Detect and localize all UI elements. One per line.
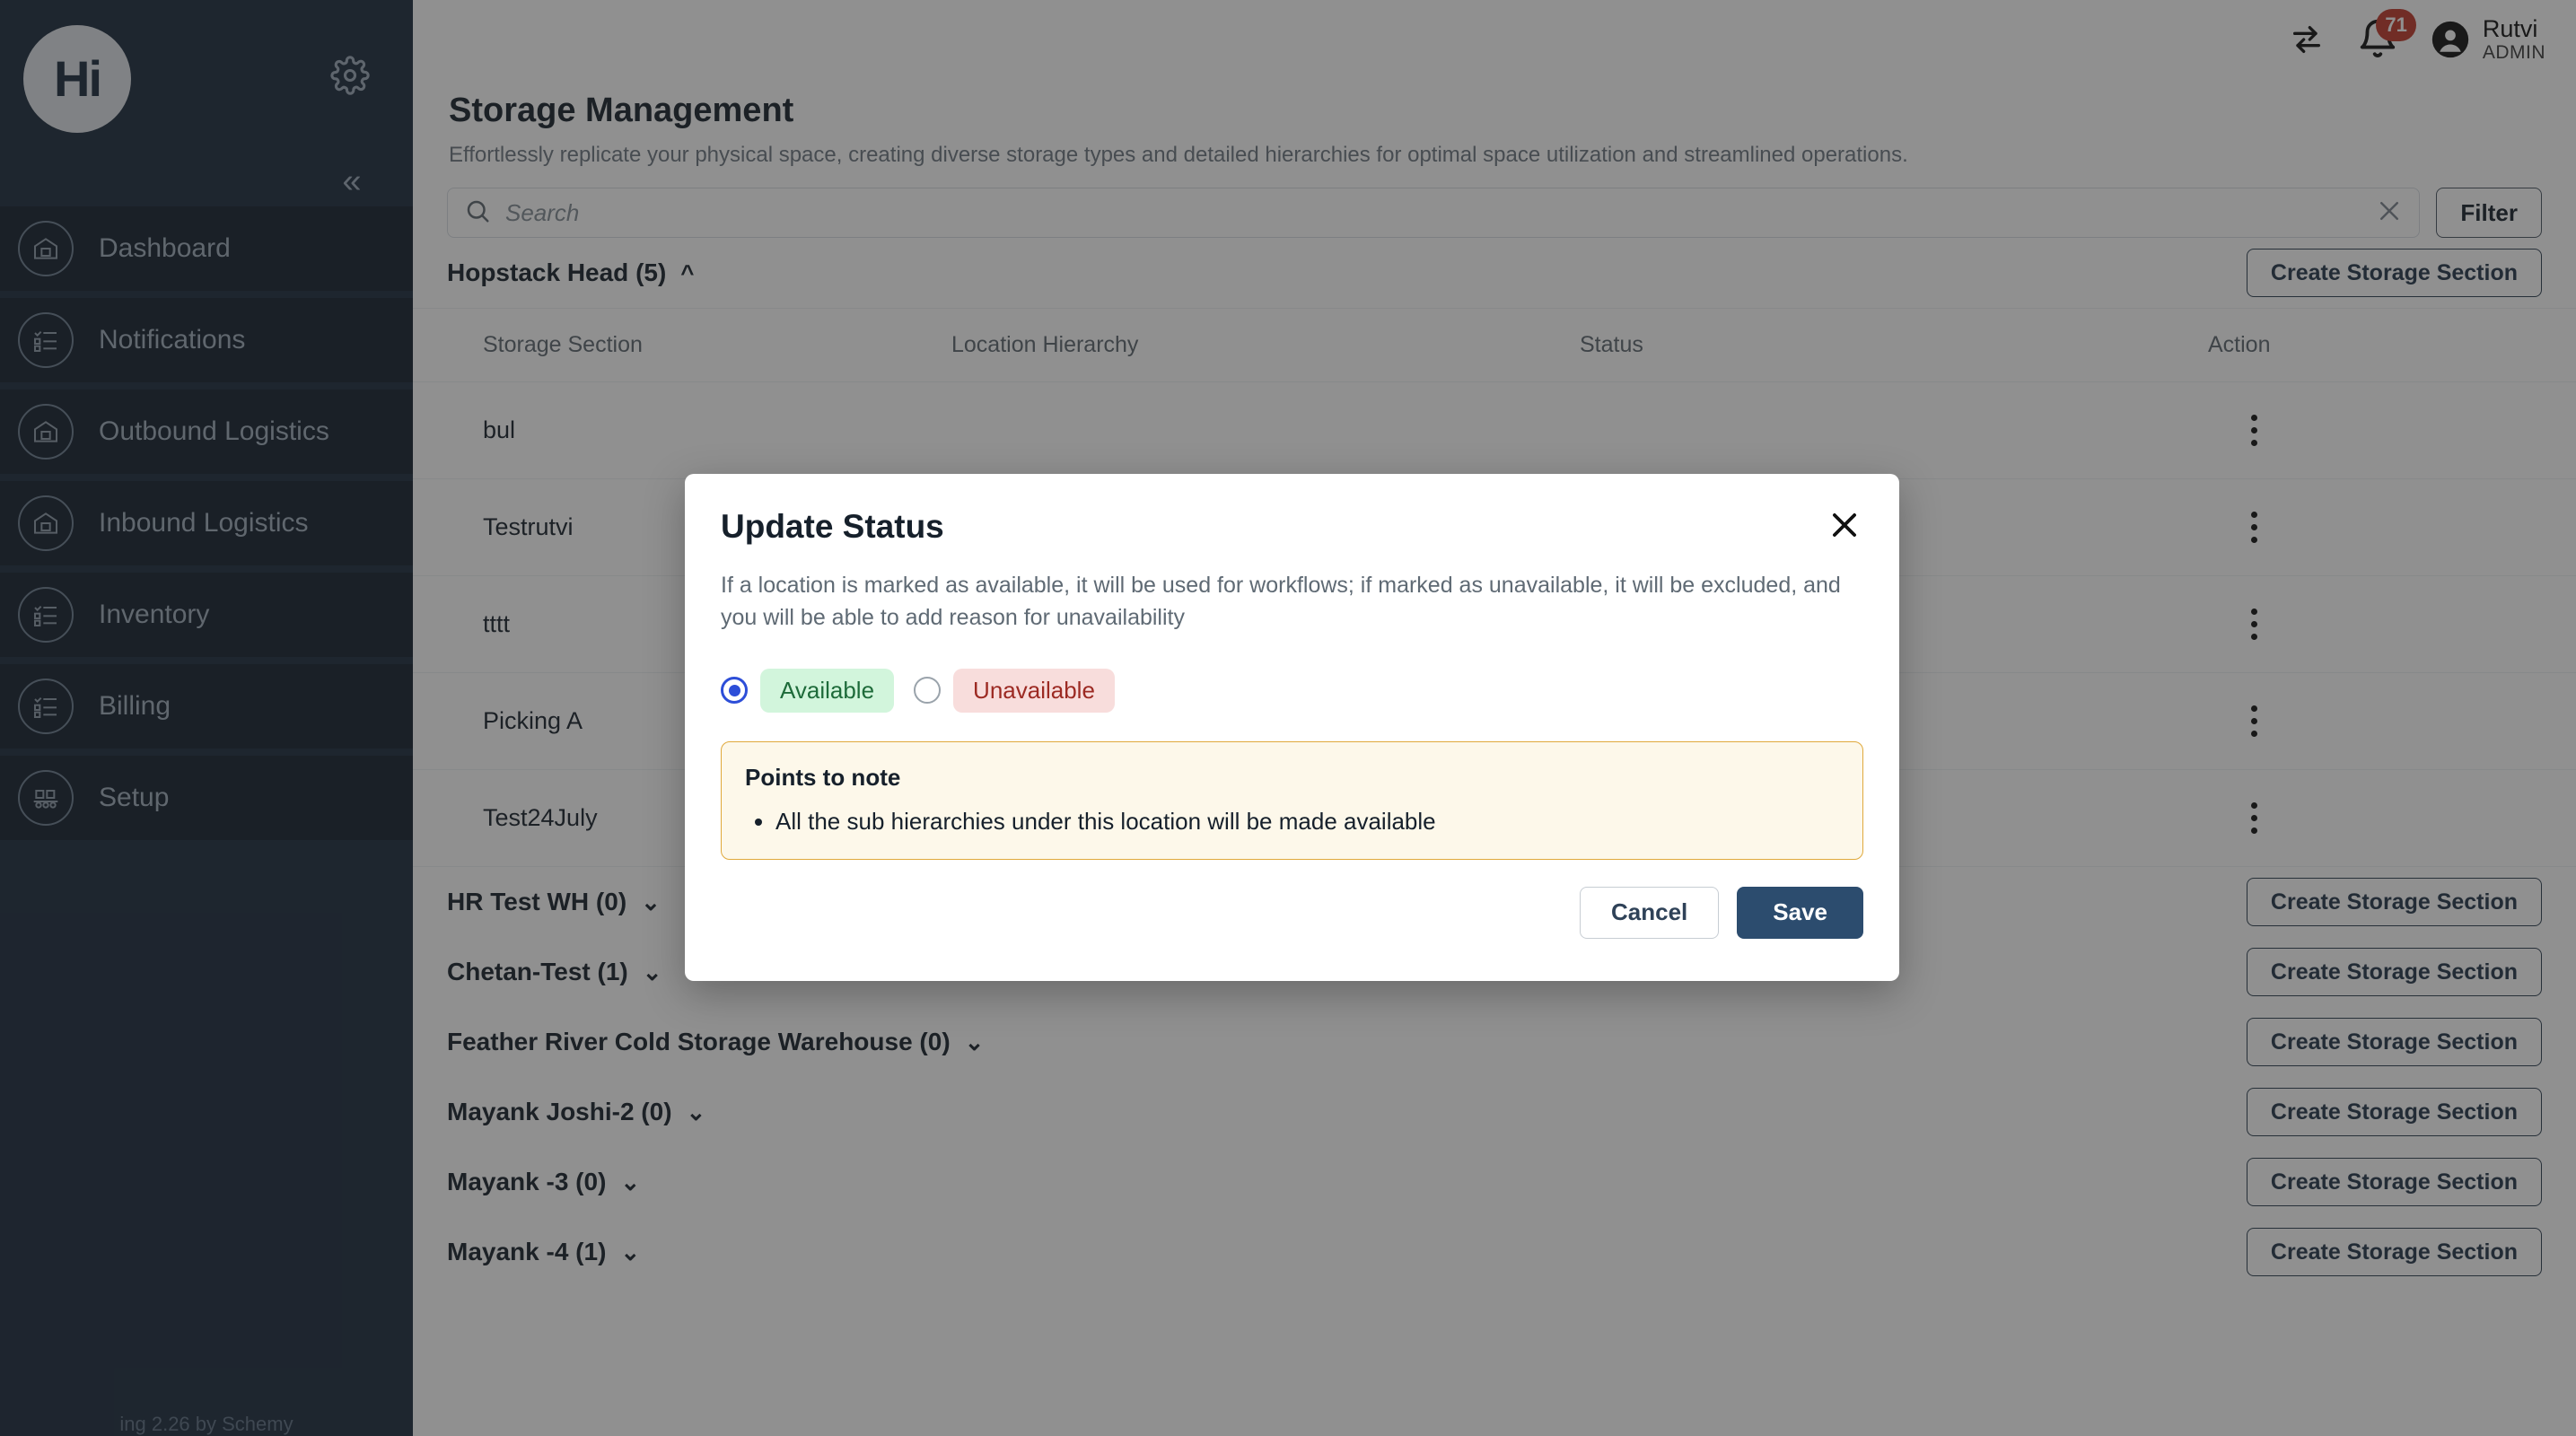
radio-option-available[interactable]: Available [721,669,894,713]
radio-available[interactable] [721,677,748,704]
radio-unavailable[interactable] [914,677,941,704]
cancel-button[interactable]: Cancel [1580,887,1719,939]
available-label: Available [760,669,894,713]
modal-header: Update Status [721,508,1863,546]
modal-title: Update Status [721,508,944,546]
note-list: All the sub hierarchies under this locat… [775,808,1839,836]
unavailable-label: Unavailable [953,669,1115,713]
radio-option-unavailable[interactable]: Unavailable [914,669,1115,713]
note-title: Points to note [745,764,1839,792]
modal-actions: Cancel Save [721,887,1863,939]
note-item: All the sub hierarchies under this locat… [775,808,1839,836]
save-button[interactable]: Save [1737,887,1863,939]
status-radio-group: Available Unavailable [721,669,1863,713]
app-root: Hi « Dashboard [0,0,2576,1436]
modal-description: If a location is marked as available, it… [721,569,1863,635]
points-to-note-box: Points to note All the sub hierarchies u… [721,741,1863,860]
close-icon[interactable] [1827,508,1863,544]
update-status-modal: Update Status If a location is marked as… [685,474,1899,981]
